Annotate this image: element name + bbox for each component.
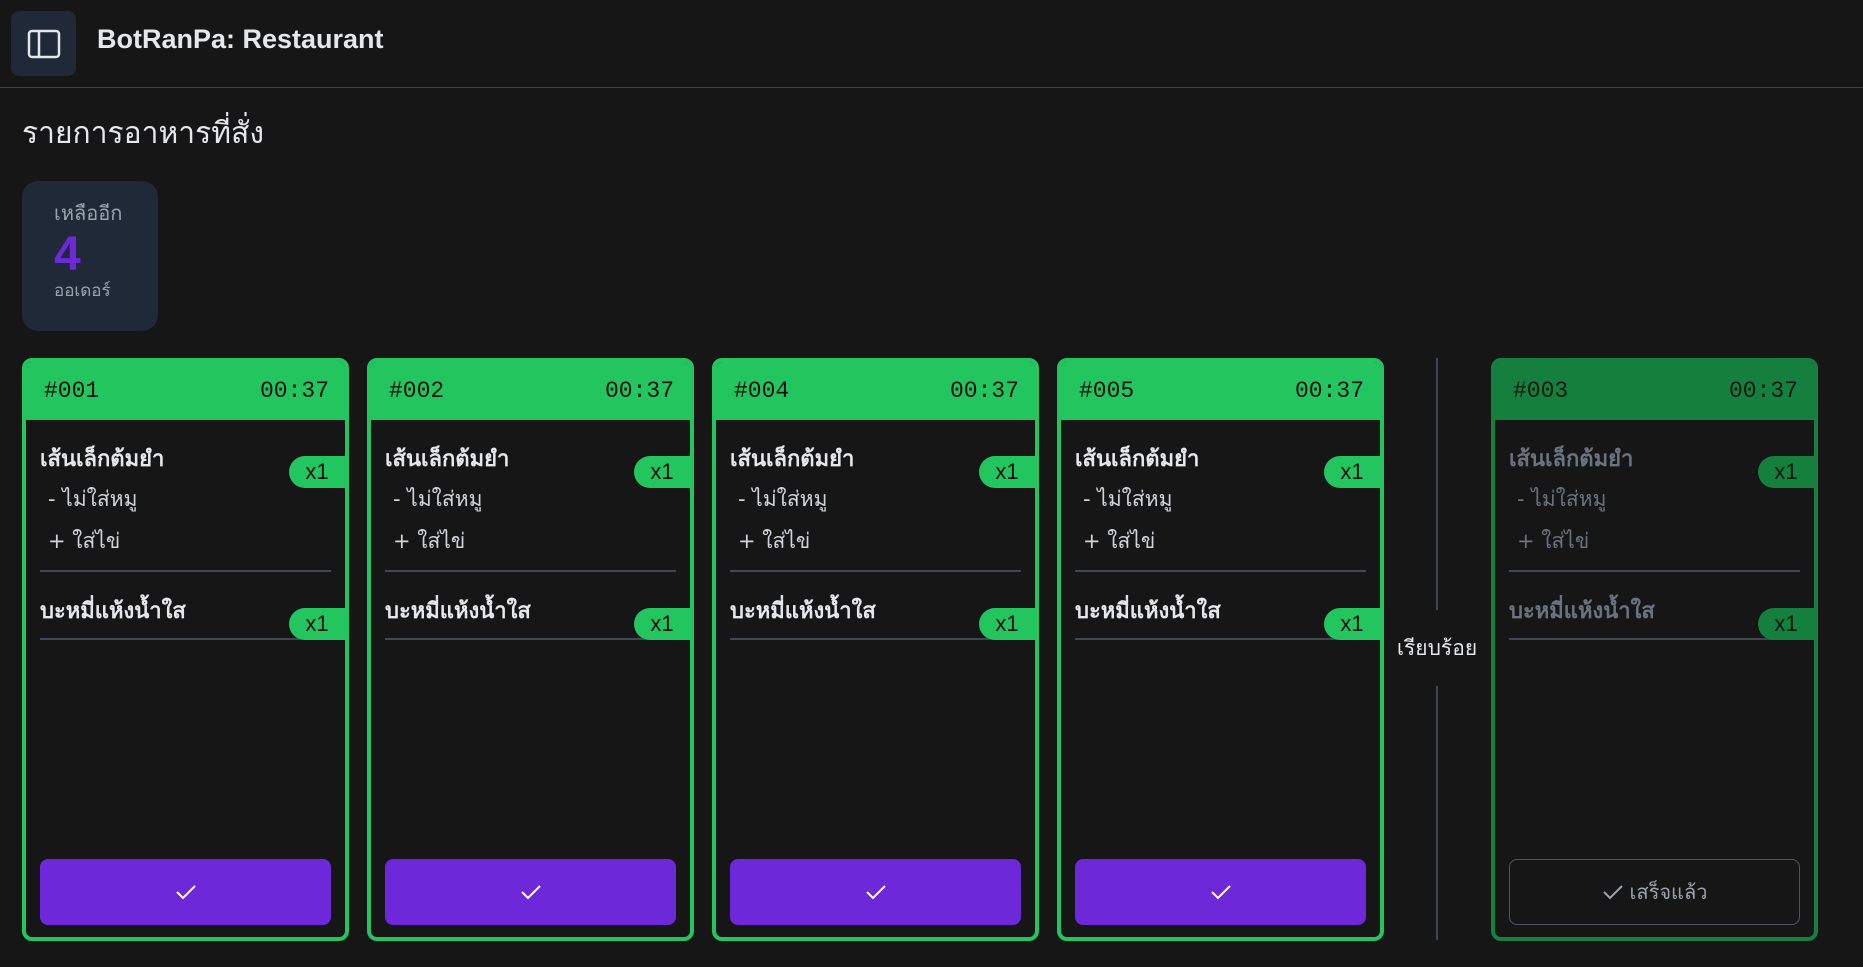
complete-order-button[interactable] bbox=[1075, 859, 1366, 925]
order-timer: 00:37 bbox=[949, 378, 1019, 404]
item-divider bbox=[385, 570, 676, 572]
item-qty-badge: x1 bbox=[289, 456, 345, 488]
complete-order-button[interactable] bbox=[385, 859, 676, 925]
item-qty-badge: x1 bbox=[1758, 456, 1814, 488]
item-qty-badge: x1 bbox=[979, 608, 1035, 640]
item-qty-badge: x1 bbox=[634, 456, 690, 488]
order-header: #004 00:37 bbox=[716, 362, 1035, 420]
order-timer: 00:37 bbox=[604, 378, 674, 404]
item-modifier: - ไม่ใส่หมู bbox=[1517, 487, 1607, 511]
order-id: #001 bbox=[44, 378, 100, 404]
item-modifier: - ไม่ใส่หมู bbox=[393, 487, 483, 511]
item-divider bbox=[40, 570, 331, 572]
item-modifier: - ไม่ใส่หมู bbox=[738, 487, 828, 511]
order-item: บะหมี่แห้งน้ำใส x1 bbox=[1495, 590, 1814, 640]
separator-line-top bbox=[1436, 358, 1438, 610]
item-divider bbox=[1075, 638, 1366, 640]
item-modifier: + ใส่ไข่ bbox=[738, 529, 811, 553]
item-modifier: - ไม่ใส่หมู bbox=[1083, 487, 1173, 511]
item-name: เส้นเล็กต้มยำ bbox=[385, 446, 510, 472]
check-icon bbox=[1602, 885, 1623, 900]
item-name: บะหมี่แห้งน้ำใส bbox=[730, 598, 876, 624]
separator-label: เรียบร้อย bbox=[1396, 636, 1478, 660]
item-divider bbox=[1075, 570, 1366, 572]
order-item: บะหมี่แห้งน้ำใส x1 bbox=[716, 590, 1035, 640]
item-name: เส้นเล็กต้มยำ bbox=[730, 446, 855, 472]
complete-order-button[interactable] bbox=[40, 859, 331, 925]
item-name: เส้นเล็กต้มยำ bbox=[1509, 446, 1634, 472]
check-icon bbox=[175, 885, 196, 900]
item-modifier: + ใส่ไข่ bbox=[393, 529, 466, 553]
remaining-label: เหลืออีก bbox=[54, 201, 123, 225]
done-button-label: เสร็จแล้ว bbox=[1629, 882, 1708, 904]
order-id: #005 bbox=[1079, 378, 1135, 404]
item-qty-badge: x1 bbox=[1324, 608, 1380, 640]
item-name: บะหมี่แห้งน้ำใส bbox=[1075, 598, 1221, 624]
item-modifier: + ใส่ไข่ bbox=[1517, 529, 1590, 553]
done-button[interactable]: เสร็จแล้ว bbox=[1509, 859, 1800, 925]
order-card: #005 00:37 เส้นเล็กต้มยำ x1 - ไม่ใส่หมู + ใส่… bbox=[1057, 358, 1384, 941]
order-header: #002 00:37 bbox=[371, 362, 690, 420]
item-qty-badge: x1 bbox=[1758, 608, 1814, 640]
order-item: บะหมี่แห้งน้ำใส x1 bbox=[1061, 590, 1380, 640]
order-card: #001 00:37 เส้นเล็กต้มยำ x1 - ไม่ใส่หมู + ใส่… bbox=[22, 358, 349, 941]
order-item: บะหมี่แห้งน้ำใส x1 bbox=[371, 590, 690, 640]
order-timer: 00:37 bbox=[1728, 378, 1798, 404]
check-icon bbox=[865, 885, 886, 900]
check-icon bbox=[520, 885, 541, 900]
item-divider bbox=[385, 638, 676, 640]
order-item: บะหมี่แห้งน้ำใส x1 bbox=[26, 590, 345, 640]
order-item: เส้นเล็กต้มยำ x1 - ไม่ใส่หมู + ใส่ไข่ bbox=[26, 438, 345, 562]
remaining-orders-card: เหลืออีก 4 ออเดอร์ bbox=[22, 181, 158, 331]
item-divider bbox=[730, 638, 1021, 640]
order-item: เส้นเล็กต้มยำ x1 - ไม่ใส่หมู + ใส่ไข่ bbox=[1061, 438, 1380, 562]
item-divider bbox=[40, 638, 331, 640]
order-item: เส้นเล็กต้มยำ x1 - ไม่ใส่หมู + ใส่ไข่ bbox=[1495, 438, 1814, 562]
item-name: เส้นเล็กต้มยำ bbox=[1075, 446, 1200, 472]
order-header: #005 00:37 bbox=[1061, 362, 1380, 420]
item-qty-badge: x1 bbox=[634, 608, 690, 640]
item-name: บะหมี่แห้งน้ำใส bbox=[40, 598, 186, 624]
app-title: BotRanPa: Restaurant bbox=[97, 24, 384, 54]
order-id: #003 bbox=[1513, 378, 1569, 404]
order-item: เส้นเล็กต้มยำ x1 - ไม่ใส่หมู + ใส่ไข่ bbox=[716, 438, 1035, 562]
order-id: #002 bbox=[389, 378, 445, 404]
separator-line-bottom bbox=[1436, 686, 1438, 940]
item-divider bbox=[1509, 638, 1800, 640]
sidebar-panel-icon bbox=[27, 29, 60, 58]
item-qty-badge: x1 bbox=[289, 608, 345, 640]
order-timer: 00:37 bbox=[1294, 378, 1364, 404]
item-divider bbox=[730, 570, 1021, 572]
item-qty-badge: x1 bbox=[1324, 456, 1380, 488]
check-icon bbox=[1210, 885, 1231, 900]
order-id: #004 bbox=[734, 378, 790, 404]
item-modifier: - ไม่ใส่หมู bbox=[48, 487, 138, 511]
top-bar: BotRanPa: Restaurant bbox=[0, 0, 1863, 88]
remaining-count: 4 bbox=[54, 228, 81, 281]
order-header: #003 00:37 bbox=[1495, 362, 1814, 420]
complete-order-button[interactable] bbox=[730, 859, 1021, 925]
order-card: #004 00:37 เส้นเล็กต้มยำ x1 - ไม่ใส่หมู + ใส่… bbox=[712, 358, 1039, 941]
item-modifier: + ใส่ไข่ bbox=[48, 529, 121, 553]
page-title: รายการอาหารที่สั่ง bbox=[22, 116, 264, 151]
order-timer: 00:37 bbox=[259, 378, 329, 404]
order-card: #002 00:37 เส้นเล็กต้มยำ x1 - ไม่ใส่หมู + ใส่… bbox=[367, 358, 694, 941]
item-name: บะหมี่แห้งน้ำใส bbox=[385, 598, 531, 624]
order-header: #001 00:37 bbox=[26, 362, 345, 420]
item-name: บะหมี่แห้งน้ำใส bbox=[1509, 598, 1655, 624]
item-modifier: + ใส่ไข่ bbox=[1083, 529, 1156, 553]
item-qty-badge: x1 bbox=[979, 456, 1035, 488]
order-card: #003 00:37 เส้นเล็กต้มยำ x1 - ไม่ใส่หมู + ใส่… bbox=[1491, 358, 1818, 941]
order-item: เส้นเล็กต้มยำ x1 - ไม่ใส่หมู + ใส่ไข่ bbox=[371, 438, 690, 562]
sidebar-toggle-button[interactable] bbox=[11, 11, 76, 76]
item-name: เส้นเล็กต้มยำ bbox=[40, 446, 165, 472]
item-divider bbox=[1509, 570, 1800, 572]
remaining-unit: ออเดอร์ bbox=[54, 281, 111, 301]
